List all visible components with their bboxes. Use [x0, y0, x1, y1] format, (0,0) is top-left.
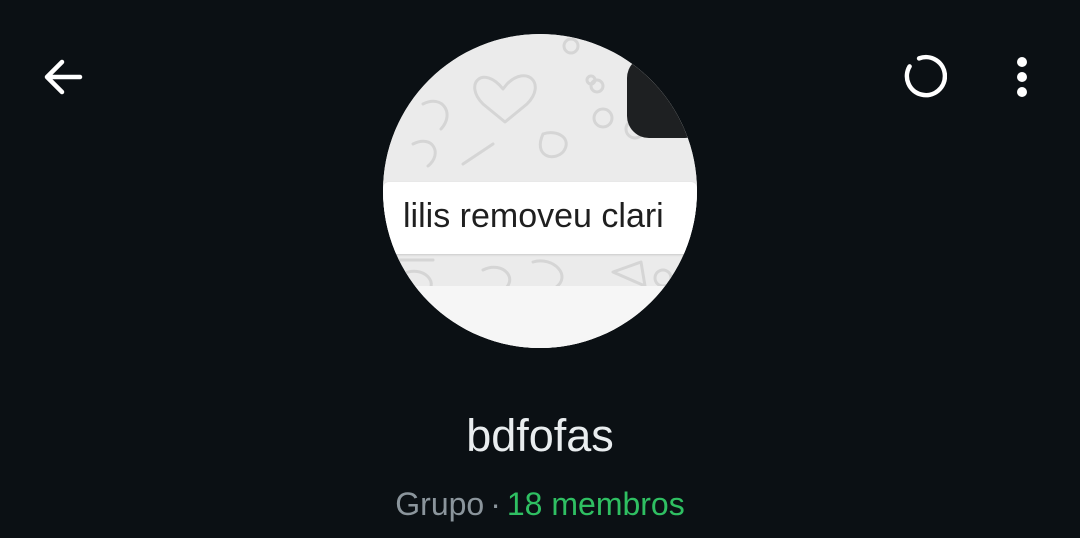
arrow-left-icon [44, 59, 83, 95]
group-type-label: Grupo [395, 486, 485, 522]
more-vertical-icon [1017, 57, 1027, 97]
refresh-button[interactable] [888, 44, 958, 110]
back-button[interactable] [30, 44, 96, 110]
avatar-corner-shape [627, 56, 697, 138]
members-count-link[interactable]: 18 membros [507, 486, 685, 522]
more-options-button[interactable] [992, 44, 1052, 110]
avatar-image-text: lilis removeu clari [403, 197, 664, 235]
group-subtitle: Grupo · 18 membros [0, 482, 1080, 526]
subtitle-separator: · [490, 486, 501, 522]
group-avatar[interactable]: lilis removeu clari [383, 34, 697, 348]
avatar-bottom-bar [383, 286, 697, 348]
group-name: bdfofas [466, 410, 614, 461]
loading-spinner-icon [904, 54, 947, 98]
